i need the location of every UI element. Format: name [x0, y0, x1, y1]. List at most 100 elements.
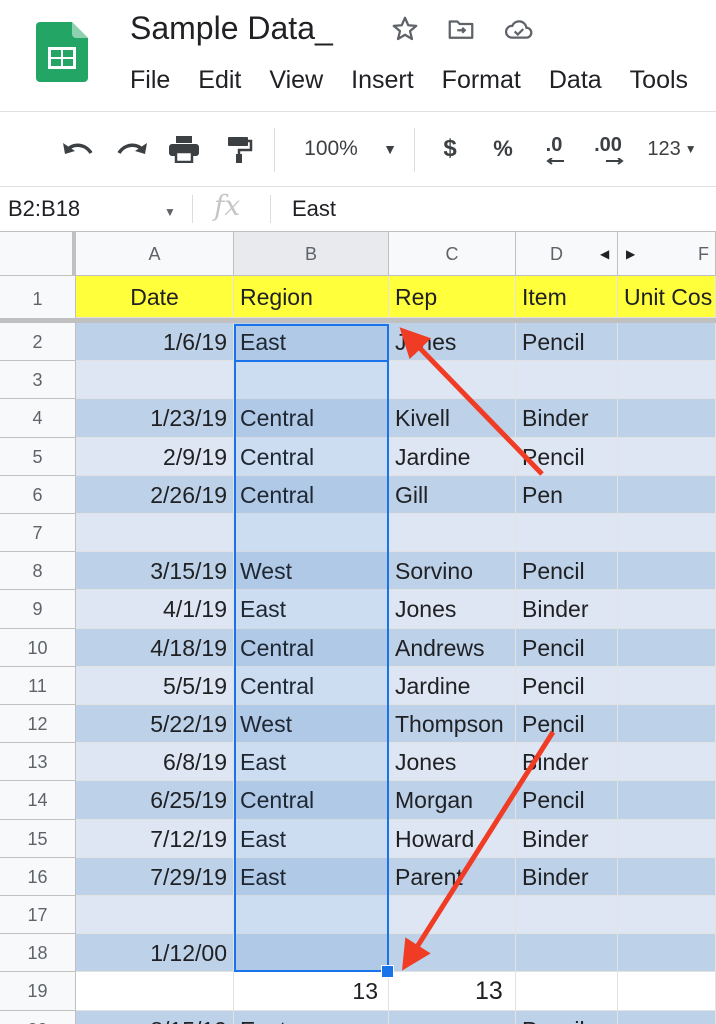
cell-rep[interactable]: Gill: [389, 476, 516, 514]
cell-unit-cost[interactable]: [618, 896, 716, 934]
frozen-row-divider[interactable]: [0, 318, 716, 323]
row-header[interactable]: 8: [0, 552, 76, 590]
cell-rep[interactable]: [389, 1011, 516, 1024]
cell-unit-cost[interactable]: [618, 323, 716, 361]
header-cell-item[interactable]: Item: [516, 276, 618, 318]
cell-unit-cost[interactable]: [618, 552, 716, 590]
cell-unit-cost[interactable]: [618, 629, 716, 667]
menu-insert[interactable]: Insert: [351, 64, 442, 96]
column-header-b[interactable]: B: [234, 232, 389, 276]
cell-date[interactable]: [76, 896, 234, 934]
row-header[interactable]: 18: [0, 934, 76, 972]
cell-rep[interactable]: Morgan: [389, 781, 516, 820]
cell-region[interactable]: East: [234, 820, 389, 858]
cell-rep[interactable]: [389, 361, 516, 399]
cell-region[interactable]: West: [234, 705, 389, 743]
more-formats-button[interactable]: 123 ▼: [640, 132, 704, 166]
row-header[interactable]: 17: [0, 896, 76, 934]
cell-date[interactable]: 4/18/19: [76, 629, 234, 667]
cell-rep[interactable]: Howard: [389, 820, 516, 858]
menu-file[interactable]: File: [130, 64, 198, 96]
row-header[interactable]: 11: [0, 667, 76, 705]
cell-region[interactable]: Central: [234, 667, 389, 705]
cell-region[interactable]: East: [234, 323, 389, 361]
cell-item[interactable]: Pencil: [516, 438, 618, 476]
cell-unit-cost[interactable]: [618, 399, 716, 438]
cell-unit-cost[interactable]: [618, 1011, 716, 1024]
cell-unit-cost[interactable]: [618, 476, 716, 514]
cell-item[interactable]: Pencil: [516, 705, 618, 743]
cell-rep[interactable]: Thompson: [389, 705, 516, 743]
cell-date[interactable]: 6/25/19: [76, 781, 234, 820]
cell-unit-cost[interactable]: [618, 743, 716, 781]
sheets-logo-icon[interactable]: [36, 22, 88, 82]
cell-rep[interactable]: [389, 514, 516, 552]
cell-item[interactable]: [516, 972, 618, 1011]
row-header[interactable]: 20: [0, 1011, 76, 1024]
cell-item[interactable]: Pencil: [516, 1011, 618, 1024]
column-header-d[interactable]: D ◀: [516, 232, 618, 276]
row-header[interactable]: 9: [0, 590, 76, 629]
cell-region[interactable]: [234, 361, 389, 399]
cell-rep[interactable]: Andrews: [389, 629, 516, 667]
cell-date[interactable]: 7/12/19: [76, 820, 234, 858]
cell-date[interactable]: [76, 514, 234, 552]
cell-region[interactable]: 13: [234, 972, 389, 1011]
cell-region[interactable]: East: [234, 590, 389, 629]
header-cell-rep[interactable]: Rep: [389, 276, 516, 318]
cell-region[interactable]: [234, 896, 389, 934]
cell-region[interactable]: Central: [234, 476, 389, 514]
star-icon[interactable]: [390, 14, 420, 44]
cell-item[interactable]: Binder: [516, 858, 618, 896]
cell-rep[interactable]: Jones: [389, 590, 516, 629]
cell-date[interactable]: 4/1/19: [76, 590, 234, 629]
menu-view[interactable]: View: [269, 64, 351, 96]
cell-unit-cost[interactable]: [618, 972, 716, 1011]
cloud-status-icon[interactable]: [503, 14, 533, 44]
increase-decimals-button[interactable]: .00: [586, 132, 630, 166]
cell-region[interactable]: East: [234, 1011, 389, 1024]
cell-date[interactable]: 1/23/19: [76, 399, 234, 438]
cell-date[interactable]: 3/15/19: [76, 552, 234, 590]
cell-unit-cost[interactable]: [618, 361, 716, 399]
formula-input[interactable]: East: [292, 187, 336, 231]
row-header[interactable]: 3: [0, 361, 76, 399]
row-header[interactable]: 1: [0, 276, 76, 323]
select-all-corner[interactable]: [0, 232, 76, 276]
row-header[interactable]: 14: [0, 781, 76, 820]
fill-handle[interactable]: [381, 965, 394, 978]
name-box-dropdown-icon[interactable]: ▼: [164, 205, 176, 219]
column-header-f[interactable]: ▶ F: [618, 232, 716, 276]
cell-item[interactable]: Pencil: [516, 629, 618, 667]
cell-item[interactable]: Pencil: [516, 781, 618, 820]
column-header-a[interactable]: A: [76, 232, 234, 276]
cell-item[interactable]: Binder: [516, 399, 618, 438]
cell-unit-cost[interactable]: [618, 438, 716, 476]
cell-rep[interactable]: Sorvino: [389, 552, 516, 590]
cell-unit-cost[interactable]: [618, 820, 716, 858]
cell-item[interactable]: [516, 896, 618, 934]
menu-tools[interactable]: Tools: [630, 64, 716, 96]
move-to-folder-icon[interactable]: [446, 14, 476, 44]
cell-region[interactable]: [234, 934, 389, 972]
cell-date[interactable]: [76, 361, 234, 399]
column-header-c[interactable]: C: [389, 232, 516, 276]
cell-item[interactable]: [516, 361, 618, 399]
row-header[interactable]: 10: [0, 629, 76, 667]
cell-date[interactable]: 2/9/19: [76, 438, 234, 476]
cell-unit-cost[interactable]: [618, 705, 716, 743]
header-cell-date[interactable]: Date: [76, 276, 234, 318]
cell-unit-cost[interactable]: [618, 934, 716, 972]
cell-region[interactable]: [234, 514, 389, 552]
row-header[interactable]: 7: [0, 514, 76, 552]
print-icon[interactable]: [166, 132, 202, 166]
cell-region[interactable]: East: [234, 743, 389, 781]
redo-icon[interactable]: [112, 132, 152, 166]
cell-region[interactable]: Central: [234, 438, 389, 476]
cell-unit-cost[interactable]: [618, 667, 716, 705]
format-currency-button[interactable]: $: [436, 132, 464, 166]
cell-rep[interactable]: Parent: [389, 858, 516, 896]
cell-unit-cost[interactable]: [618, 514, 716, 552]
cell-rep[interactable]: Kivell: [389, 399, 516, 438]
row-header[interactable]: 2: [0, 323, 76, 361]
